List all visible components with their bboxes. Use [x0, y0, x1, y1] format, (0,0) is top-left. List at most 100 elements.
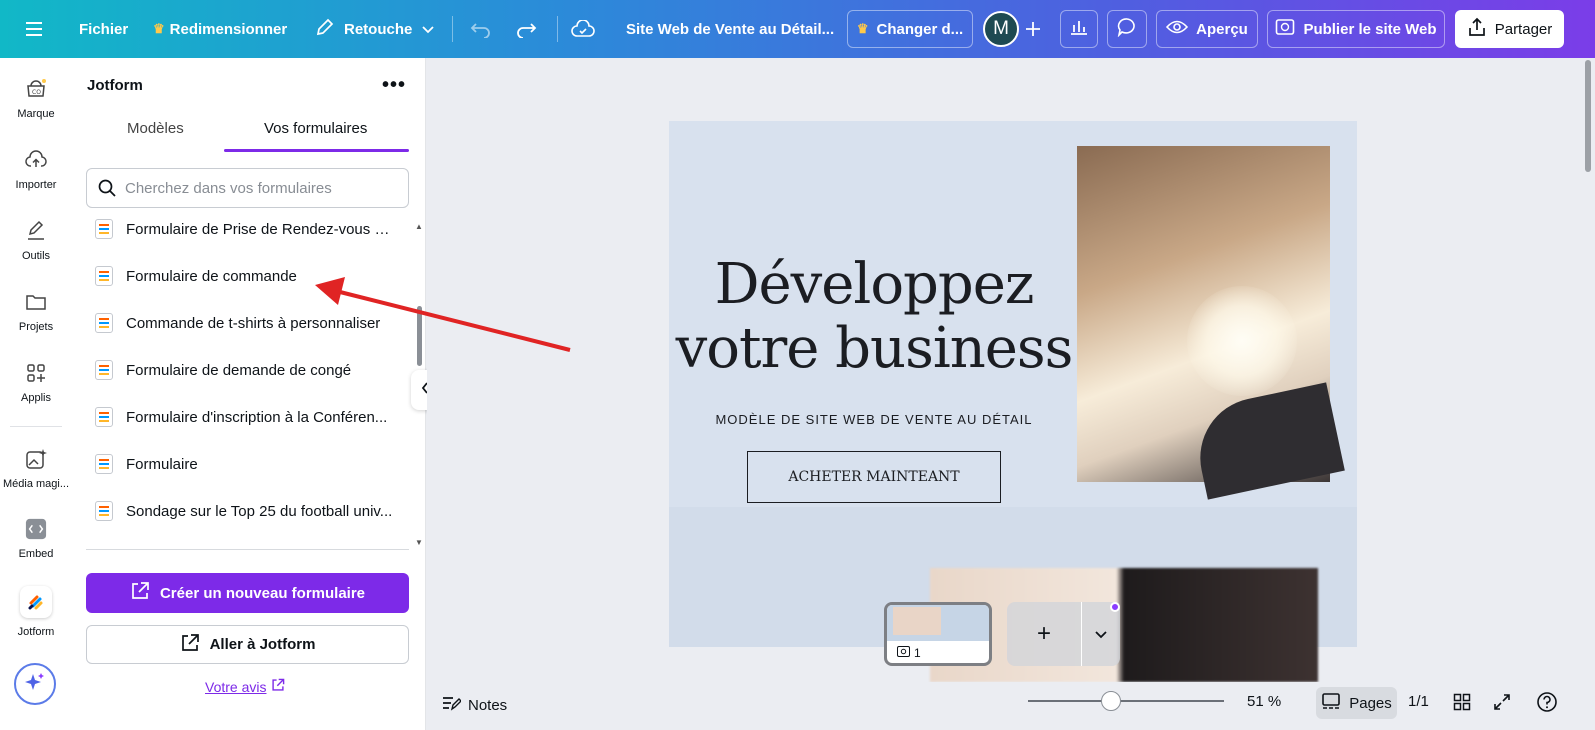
fullscreen-icon[interactable]: [1490, 690, 1514, 714]
rail-item-embed[interactable]: Embed: [0, 518, 72, 560]
feedback-link[interactable]: Votre avis: [205, 678, 285, 695]
create-form-button[interactable]: Créer un nouveau formulaire: [86, 573, 409, 613]
rail-item-apps[interactable]: Applis: [0, 362, 72, 404]
chevron-down-icon: [421, 21, 435, 38]
more-options-button[interactable]: •••: [380, 74, 408, 96]
search-box[interactable]: [86, 168, 409, 208]
divider: [86, 549, 409, 550]
form-title: Formulaire de commande: [126, 267, 297, 285]
globe-window-icon: [1275, 18, 1295, 40]
form-list-item[interactable]: Formulaire d'inscription à la Conféren..…: [86, 402, 404, 432]
page-count: 1/1: [1408, 693, 1429, 710]
crown-icon: ♛: [856, 21, 869, 36]
rail-item-brand[interactable]: CO Marque: [0, 78, 72, 120]
file-menu[interactable]: Fichier: [79, 0, 128, 58]
tab-templates[interactable]: Modèles: [127, 120, 184, 150]
rail-item-jotform[interactable]: Jotform: [0, 586, 72, 638]
form-title: Commande de t-shirts à personnaliser: [126, 314, 381, 332]
page-thumbnails: 1 +: [427, 590, 1567, 682]
embed-icon: [25, 518, 47, 540]
scroll-up-arrow[interactable]: ▲: [415, 222, 423, 231]
add-collaborator-icon[interactable]: [1024, 0, 1042, 58]
divider: [452, 16, 453, 42]
form-title: Formulaire de demande de congé: [126, 361, 352, 379]
cloud-saved-icon[interactable]: [571, 0, 595, 58]
sparkle-icon: [24, 671, 46, 698]
panel-scrollbar-thumb[interactable]: [417, 306, 422, 366]
crown-icon: ♛: [153, 21, 165, 36]
add-page-options-button[interactable]: [1082, 629, 1120, 639]
page-number: 1: [914, 646, 921, 660]
menu-icon[interactable]: [24, 0, 46, 58]
eye-icon: [1166, 19, 1189, 39]
share-button[interactable]: Partager: [1455, 10, 1564, 48]
zoom-slider[interactable]: [1028, 700, 1224, 702]
rail-label: Marque: [17, 108, 55, 120]
change-label: Changer d...: [876, 20, 964, 38]
undo-icon[interactable]: [470, 0, 492, 58]
go-to-jotform-label: Aller à Jotform: [209, 636, 316, 653]
canvas-scrollbar[interactable]: [1585, 60, 1591, 172]
form-list-item[interactable]: Sondage sur le Top 25 du football univ..…: [86, 496, 404, 526]
resize-button[interactable]: ♛ Redimensionner: [153, 0, 287, 58]
jotform-panel: Jotform ••• Modèles Vos formulaires Form…: [72, 58, 426, 730]
external-link-icon: [130, 581, 150, 605]
publish-website-button[interactable]: Publier le site Web: [1267, 10, 1445, 48]
form-icon: [95, 266, 113, 286]
hero-headline[interactable]: Développez votre business: [669, 253, 1079, 381]
form-list-item[interactable]: Formulaire de Prise de Rendez-vous M...: [86, 214, 404, 244]
preview-button[interactable]: Aperçu: [1156, 10, 1258, 48]
zoom-slider-handle[interactable]: [1101, 691, 1121, 711]
hero-cta-button[interactable]: ACHETER MAINTEANT: [747, 451, 1001, 503]
brand-icon: CO: [25, 78, 47, 100]
active-tab-indicator: [224, 149, 409, 152]
rail-label: Projets: [18, 321, 54, 333]
jotform-logo-icon: [20, 586, 52, 618]
insights-button[interactable]: [1060, 10, 1098, 48]
bar-chart-icon: [1069, 18, 1089, 40]
folder-icon: [25, 291, 47, 313]
pages-icon: [1321, 692, 1341, 714]
rail-item-tools[interactable]: Outils: [0, 220, 72, 262]
help-icon[interactable]: [1535, 690, 1559, 714]
document-title[interactable]: Site Web de Vente au Détail...: [626, 0, 834, 58]
scroll-down-arrow[interactable]: ▼: [415, 538, 423, 547]
rail-item-projects[interactable]: Projets: [0, 291, 72, 333]
page-thumbnail[interactable]: 1: [884, 602, 992, 666]
edit-menu[interactable]: Retouche: [315, 0, 435, 58]
external-link-icon: [271, 678, 285, 695]
form-icon: [95, 313, 113, 333]
tab-your-forms[interactable]: Vos formulaires: [264, 120, 367, 150]
hero-photo[interactable]: [1077, 146, 1345, 500]
rail-item-magic-media[interactable]: Média magi...: [0, 448, 72, 490]
rail-item-upload[interactable]: Importer: [0, 149, 72, 191]
form-list-item[interactable]: Formulaire: [86, 449, 404, 479]
thumbnail-image: [893, 607, 941, 635]
create-form-label: Créer un nouveau formulaire: [159, 584, 366, 602]
go-to-jotform-button[interactable]: Aller à Jotform: [86, 625, 409, 664]
add-page-button[interactable]: +: [1007, 620, 1081, 648]
draw-tool-icon: [25, 220, 47, 242]
upload-icon: [1467, 17, 1487, 41]
redo-icon[interactable]: [515, 0, 537, 58]
rail-label: Outils: [21, 250, 51, 262]
edit-label: Retouche: [344, 20, 413, 38]
avatar[interactable]: M: [983, 11, 1019, 47]
preview-label: Aperçu: [1196, 20, 1248, 38]
magic-assistant-button[interactable]: [14, 663, 56, 705]
form-list-item[interactable]: Formulaire de demande de congé: [86, 355, 404, 385]
pen-icon: [315, 17, 335, 41]
hero-subtitle[interactable]: MODÈLE DE SITE WEB DE VENTE AU DÉTAIL: [669, 412, 1079, 427]
form-list-item[interactable]: Formulaire de commande: [86, 261, 404, 291]
design-canvas[interactable]: Développez votre business MODÈLE DE SITE…: [427, 58, 1567, 682]
comments-button[interactable]: [1107, 10, 1147, 48]
form-list-item[interactable]: Commande de t-shirts à personnaliser: [86, 308, 404, 338]
zoom-level[interactable]: 51 %: [1247, 693, 1281, 710]
change-button[interactable]: ♛ Changer d...: [847, 10, 973, 48]
left-rail: CO Marque Importer Outils Projets Applis…: [0, 58, 72, 730]
pages-button[interactable]: Pages: [1316, 687, 1397, 719]
form-icon: [95, 219, 113, 239]
notes-button[interactable]: Notes: [441, 694, 507, 716]
search-input[interactable]: [125, 179, 395, 197]
grid-view-icon[interactable]: [1450, 690, 1474, 714]
